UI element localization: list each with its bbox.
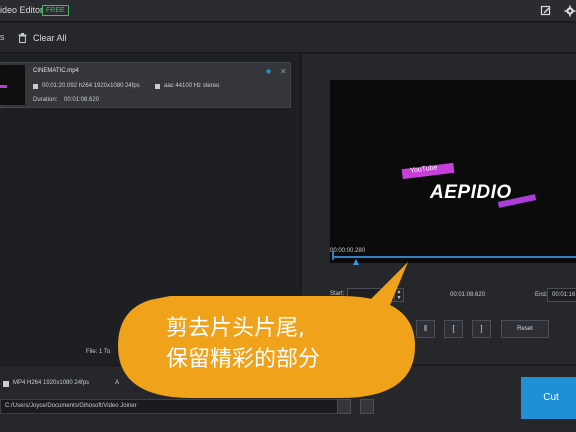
audio-meta: aac 44100 Hz stereo — [155, 83, 219, 89]
current-timecode: 00:00:00.280 — [330, 248, 366, 254]
mark-in-button[interactable]: [ — [444, 320, 463, 338]
output-audio-fragment: A — [115, 380, 120, 386]
browse-button[interactable] — [337, 399, 351, 414]
clear-all-button[interactable]: Clear All — [18, 29, 67, 47]
callout-line-2: 保留精彩的部分 — [166, 347, 321, 372]
callout-line-1: 剪去片头片尾, — [166, 316, 305, 341]
open-folder-button[interactable] — [360, 399, 374, 414]
thumbnail-stripe — [0, 85, 7, 88]
video-meta-icon — [33, 83, 38, 89]
star-icon[interactable]: ★ — [265, 67, 272, 76]
start-time-stepper[interactable]: ▲ ▼ — [394, 288, 404, 302]
end-label: End: — [535, 292, 548, 298]
file-list-item[interactable]: CINEMATIC.mp4 00:01:20.092 h264 1920x108… — [0, 62, 291, 108]
video-editor-window: ideo Editor FREE s Clear All CINEMATIC.m… — [0, 0, 576, 432]
duration-value: 00:01:08.620 — [64, 97, 100, 103]
start-time-field[interactable] — [347, 288, 395, 302]
output-format[interactable]: MP4 H264 1920x1080 24fps — [13, 380, 89, 386]
timeline-track[interactable] — [332, 256, 576, 258]
callout-text: 剪去片头片尾, 保留精彩的部分 — [166, 313, 386, 375]
trash-icon — [18, 33, 27, 43]
video-thumbnail — [0, 65, 25, 105]
video-meta-text: 00:01:20.092 h264 1920x1080 24fps — [42, 83, 140, 89]
file-count: File: 1 To — [86, 349, 111, 355]
end-time-field[interactable]: 00:01:16 — [547, 288, 576, 302]
app-title: ideo Editor — [0, 5, 44, 15]
cut-button[interactable]: Cut — [521, 377, 576, 419]
end-time-text: 00:01:08.620 — [450, 292, 486, 298]
output-format-icon — [3, 381, 9, 387]
duration-label: Duration: — [33, 97, 58, 103]
video-preview[interactable]: YouTube AEPIDIO — [330, 80, 576, 263]
mark-out-button[interactable]: ] — [472, 320, 491, 338]
video-meta: 00:01:20.092 h264 1920x1080 24fps — [33, 83, 140, 89]
start-label: Start: — [330, 291, 345, 297]
reset-button[interactable]: Reset — [501, 320, 549, 338]
free-badge: FREE — [42, 5, 69, 16]
audio-meta-text: aac 44100 Hz stereo — [164, 83, 220, 89]
edit-icon[interactable] — [540, 5, 552, 17]
title-bar: ideo Editor FREE — [0, 0, 576, 22]
output-path-field[interactable]: C:/Users/Joyce/Documents/Gihosoft/Video … — [0, 399, 351, 414]
playhead-handle[interactable] — [353, 259, 359, 265]
audio-meta-icon — [155, 83, 160, 89]
toolbar: s Clear All — [0, 23, 576, 53]
clear-all-label: Clear All — [33, 33, 67, 43]
file-name: CINEMATIC.mp4 — [33, 68, 79, 74]
gear-icon[interactable] — [564, 5, 576, 17]
output-bar: MP4 H264 1920x1080 24fps A C:/Users/Joyc… — [0, 365, 576, 432]
close-icon[interactable]: ✕ — [280, 67, 287, 76]
pause-button[interactable]: ‖ — [416, 320, 435, 338]
toolbar-add-label-fragment[interactable]: s — [0, 32, 5, 42]
